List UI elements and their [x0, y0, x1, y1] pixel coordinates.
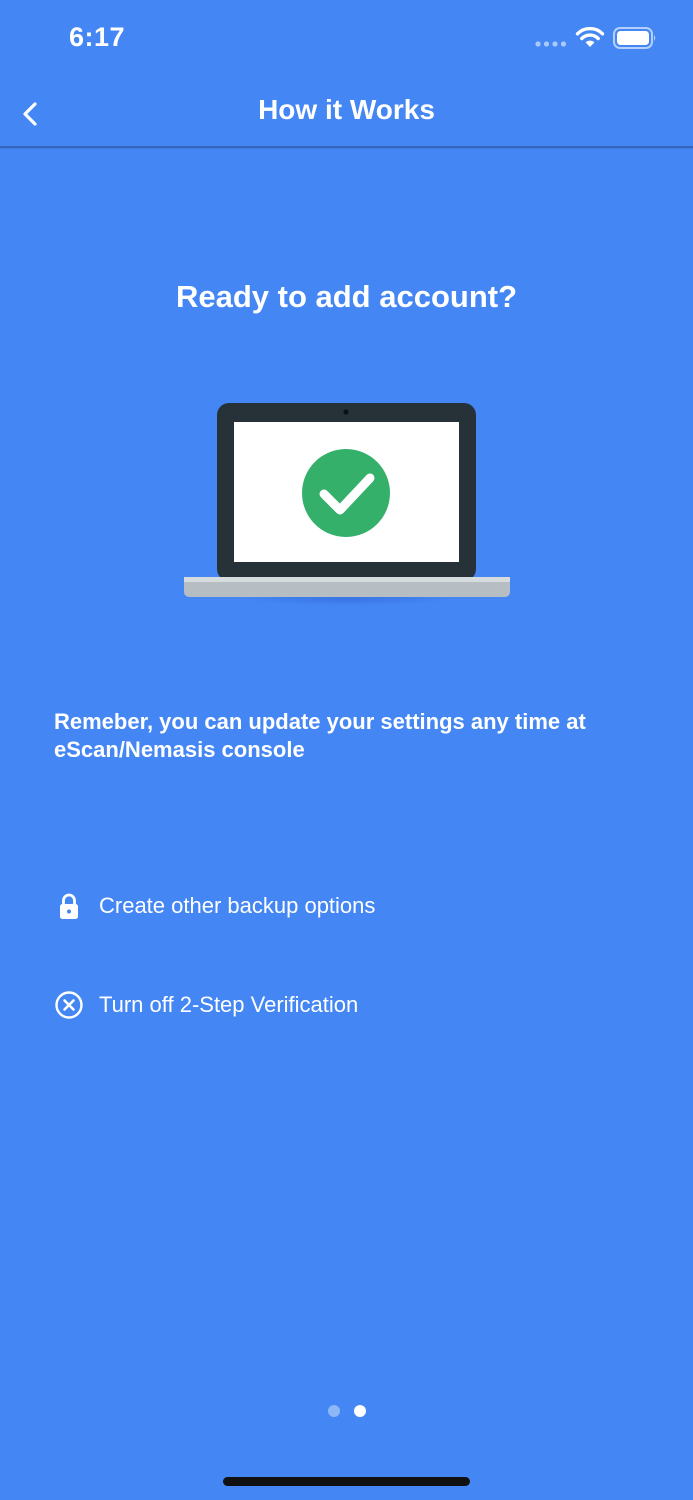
page-dot-1[interactable] [327, 1405, 340, 1417]
page-indicator [0, 1405, 693, 1417]
option-label: Create other backup options [99, 893, 376, 918]
status-bar: 6:17 [0, 0, 693, 80]
page-dot-2[interactable] [353, 1405, 366, 1417]
headline: Ready to add account? [175, 279, 518, 314]
option-label: Turn off 2-Step Verification [99, 992, 359, 1017]
nav-bar: How it Works [0, 80, 693, 148]
create-backup-options-item[interactable]: Create other backup options [54, 888, 375, 924]
page-title: How it Works [258, 94, 435, 125]
screen: 6:17 How it Works Ready to add account? [0, 0, 693, 1500]
status-time: 6:17 [69, 22, 126, 52]
laptop-check-icon [184, 403, 510, 606]
home-indicator[interactable] [223, 1477, 470, 1486]
battery-icon [613, 27, 656, 49]
turn-off-2-step-item[interactable]: Turn off 2-Step Verification [54, 987, 358, 1023]
cellular-signal-icon [535, 41, 567, 47]
lock-icon [54, 891, 84, 921]
close-circle-icon [54, 990, 84, 1020]
description-text: Remeber, you can update your settings an… [54, 709, 586, 762]
wifi-icon [575, 26, 605, 47]
